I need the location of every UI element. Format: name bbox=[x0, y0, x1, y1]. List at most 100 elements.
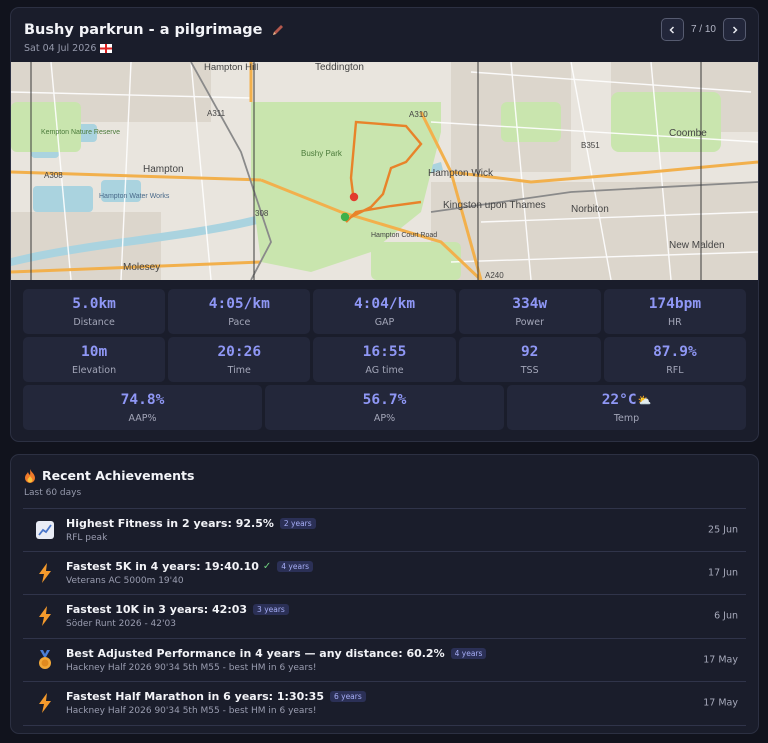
stat-ag-time: 16:55 AG time bbox=[313, 337, 456, 382]
activity-card: Bushy parkrun - a pilgrimage Sat 04 Jul … bbox=[10, 7, 759, 442]
map-label: Kempton Nature Reserve bbox=[41, 129, 120, 136]
achievement-text: Fastest Half Marathon in 6 years: 1:30:3… bbox=[66, 690, 366, 716]
achievement-badge: 6 years bbox=[329, 691, 366, 703]
map-label: Hampton Court Road bbox=[371, 232, 437, 239]
map-label: Bushy Park bbox=[301, 149, 343, 158]
achievement-head: Fastest 10K in 3 years: 42:03 3 years bbox=[66, 603, 289, 616]
stat-value: 334w bbox=[512, 295, 548, 312]
prev-activity-button[interactable] bbox=[660, 18, 684, 41]
activity-title-row: Bushy parkrun - a pilgrimage bbox=[24, 22, 285, 38]
achievement-date: 17 May bbox=[703, 697, 738, 709]
stat-temp: 22°C⛅ Temp bbox=[507, 385, 746, 430]
achievement-head: Fastest Half Marathon in 6 years: 1:30:3… bbox=[66, 690, 366, 703]
route-map[interactable]: Hampton Hill Teddington A311 A310 A308 K… bbox=[11, 62, 758, 280]
achievement-item[interactable]: Fastest 5K in 4 years: 19:40.10 ✓ 4 year… bbox=[23, 552, 746, 595]
achievement-item[interactable]: Fastest Half Marathon in 6 years: 1:30:3… bbox=[23, 682, 746, 726]
edit-pencil-icon[interactable] bbox=[271, 23, 285, 37]
achievement-text: Best Adjusted Performance in 4 years — a… bbox=[66, 647, 487, 673]
stat-label: GAP bbox=[374, 316, 395, 328]
stat-label: Temp bbox=[613, 412, 640, 424]
pager-position: 7 / 10 bbox=[690, 24, 716, 35]
lightning-icon bbox=[35, 693, 55, 714]
map-label: A311 bbox=[207, 109, 226, 118]
achievement-head: Fastest 5K in 4 years: 19:40.10 ✓ 4 year… bbox=[66, 559, 314, 573]
achievement-name: Fastest Half Marathon in 6 years: 1:30:3… bbox=[66, 690, 324, 704]
stats-row: 5.0km Distance 4:05/km Pace 4:04/km GAP 334… bbox=[23, 289, 746, 334]
achievement-desc: Hackney Half 2026 90'34 5th M55 - best H… bbox=[66, 662, 317, 673]
stat-value: 5.0km bbox=[72, 295, 116, 312]
map-label: Molesey bbox=[123, 262, 160, 273]
stat-label: AP% bbox=[373, 412, 396, 424]
map-label: Hampton bbox=[143, 164, 184, 175]
stat-label: Distance bbox=[73, 316, 115, 328]
chevron-right-icon bbox=[732, 25, 738, 34]
achievement-badge: 4 years bbox=[450, 647, 487, 659]
achievements-list: Highest Fitness in 2 years: 92.5% 2 year… bbox=[23, 508, 746, 726]
achievement-name: Fastest 5K in 4 years: 19:40.10 bbox=[66, 559, 259, 573]
stat-label: TSS bbox=[520, 364, 539, 376]
achievement-text: Fastest 10K in 3 years: 42:03 3 years Sö… bbox=[66, 603, 289, 629]
stat-value: 4:05/km bbox=[208, 295, 270, 312]
stat-value-row: 22°C⛅ bbox=[602, 392, 652, 408]
achievement-badge: 4 years bbox=[277, 560, 314, 572]
stat-rfl: 87.9% RFL bbox=[603, 337, 746, 382]
check-icon: ✓ bbox=[262, 560, 272, 572]
achievements-title: Recent Achievements bbox=[42, 468, 195, 483]
map-label: Norbiton bbox=[571, 204, 609, 215]
england-flag-icon bbox=[100, 44, 113, 53]
achievement-badge: 3 years bbox=[253, 604, 289, 616]
achievement-badge: 2 years bbox=[279, 517, 316, 529]
map-label: Hampton Hill bbox=[204, 62, 258, 73]
stats-row: 10m Elevation 20:26 Time 16:55 AG time 92 TS… bbox=[23, 337, 746, 382]
activity-date-row: Sat 04 Jul 2026 bbox=[24, 43, 113, 54]
stats-row: 74.8% AAP% 56.7% AP% 22°C⛅ Temp bbox=[23, 385, 746, 430]
achievement-item[interactable]: Fastest 10K in 3 years: 42:03 3 years Sö… bbox=[23, 595, 746, 639]
achievement-head: Highest Fitness in 2 years: 92.5% 2 year… bbox=[66, 517, 316, 530]
map-label: Coombe bbox=[669, 128, 707, 139]
map-label: B351 bbox=[581, 141, 600, 150]
stat-pace: 4:05/km Pace bbox=[168, 289, 311, 334]
activity-date: Sat 04 Jul 2026 bbox=[24, 43, 97, 54]
lightning-icon bbox=[35, 606, 55, 627]
map-label: Hampton Water Works bbox=[99, 193, 170, 200]
stat-hr: 174bpm HR bbox=[603, 289, 746, 334]
map-label: Teddington bbox=[315, 62, 364, 73]
achievement-date: 6 Jun bbox=[714, 610, 738, 622]
stat-value: 56.7% bbox=[362, 391, 407, 408]
stat-label: Power bbox=[515, 316, 545, 328]
stat-label: AAP% bbox=[128, 412, 157, 424]
achievement-desc: Veterans AC 5000m 19'40 bbox=[66, 575, 184, 586]
map-label: A310 bbox=[409, 110, 428, 119]
achievement-head: Best Adjusted Performance in 4 years — a… bbox=[66, 647, 487, 660]
chart-increasing-icon bbox=[35, 520, 55, 540]
stat-label: RFL bbox=[666, 364, 684, 376]
lightning-icon bbox=[35, 562, 55, 583]
stat-label: AG time bbox=[365, 364, 404, 376]
activity-pager: 7 / 10 bbox=[660, 18, 746, 41]
stat-value: 10m bbox=[80, 343, 108, 360]
achievement-name: Highest Fitness in 2 years: 92.5% bbox=[66, 516, 274, 530]
stat-value: 4:04/km bbox=[353, 295, 416, 312]
sun-behind-cloud-icon: ⛅ bbox=[637, 393, 652, 407]
stat-value: 16:55 bbox=[362, 343, 407, 360]
achievement-date: 17 Jun bbox=[708, 567, 738, 579]
stat-value: 74.8% bbox=[120, 391, 165, 408]
stat-label: Time bbox=[227, 364, 251, 376]
map-label: A240 bbox=[485, 271, 504, 280]
stat-ap: 56.7% AP% bbox=[265, 385, 504, 430]
stat-value: 87.9% bbox=[653, 343, 697, 360]
achievement-text: Fastest 5K in 4 years: 19:40.10 ✓ 4 year… bbox=[66, 559, 314, 586]
achievements-title-row: Recent Achievements bbox=[24, 468, 194, 483]
next-activity-button[interactable] bbox=[723, 18, 746, 41]
stat-aap: 74.8% AAP% bbox=[23, 385, 262, 430]
achievement-item[interactable]: Highest Fitness in 2 years: 92.5% 2 year… bbox=[23, 508, 746, 552]
stat-time: 20:26 Time bbox=[168, 337, 311, 382]
achievement-date: 17 May bbox=[703, 654, 738, 666]
achievement-name: Fastest 10K in 3 years: 42:03 bbox=[66, 603, 248, 617]
achievement-item[interactable]: Best Adjusted Performance in 4 years — a… bbox=[23, 639, 746, 682]
achievement-desc: Söder Runt 2026 - 42'03 bbox=[66, 619, 176, 630]
stat-label: Elevation bbox=[72, 364, 117, 376]
stat-label: Pace bbox=[228, 316, 251, 328]
stat-value: 92 bbox=[520, 343, 539, 360]
map-label: 308 bbox=[255, 209, 269, 218]
